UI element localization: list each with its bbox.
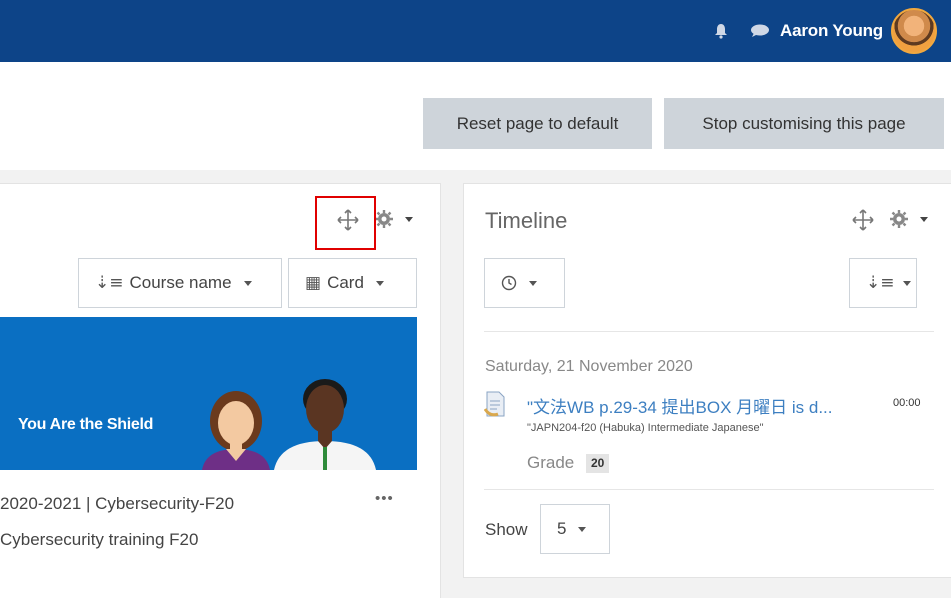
show-label: Show <box>485 520 528 539</box>
timeline-filter-dropdown[interactable] <box>484 258 565 308</box>
banner-text: You Are the Shield <box>18 416 154 433</box>
timeline-date-heading: Saturday, 21 November 2020 <box>485 358 693 375</box>
grade-badge: 20 <box>586 454 610 473</box>
divider <box>484 489 934 490</box>
sort-icon: ⇣≡ <box>866 273 895 293</box>
user-menu-area: Aaron Young <box>714 6 937 56</box>
timeline-event-link[interactable]: "文法WB p.29-34 提出BOX 月曜日 is d... <box>527 393 882 418</box>
course-banner-image[interactable]: You Are the Shield <box>0 317 417 470</box>
chevron-down-icon <box>529 280 537 286</box>
user-name[interactable]: Aaron Young <box>780 21 883 41</box>
timeline-event-time: 00:00 <box>893 397 921 409</box>
timeline-title: Timeline <box>485 208 568 233</box>
assignment-icon <box>484 391 505 417</box>
chevron-down-icon <box>902 280 911 286</box>
bell-icon[interactable] <box>714 23 728 39</box>
view-card-label: Card <box>327 273 364 292</box>
chat-icon[interactable] <box>750 24 770 38</box>
chevron-down-icon <box>243 280 252 286</box>
course-subtitle: Cybersecurity training F20 <box>0 530 199 549</box>
move-icon[interactable] <box>852 209 874 231</box>
highlight-box <box>315 196 376 250</box>
block-menu-caret[interactable] <box>920 217 928 222</box>
top-navbar: Aaron Young <box>0 0 951 62</box>
grid-icon: ▦ <box>305 273 322 293</box>
stop-customising-button[interactable]: Stop customising this page <box>664 98 944 149</box>
chevron-down-icon <box>375 280 384 286</box>
view-card-dropdown[interactable]: ▦ Card <box>288 258 417 308</box>
show-count-dropdown[interactable]: 5 <box>540 504 610 554</box>
show-count-value: 5 <box>557 519 567 538</box>
timeline-block <box>463 183 951 578</box>
gear-icon[interactable] <box>889 209 909 229</box>
course-more-menu[interactable]: ••• <box>375 490 394 507</box>
timeline-sort-dropdown[interactable]: ⇣≡ <box>849 258 917 308</box>
clock-icon <box>501 275 517 291</box>
course-title[interactable]: 2020-2021 | Cybersecurity-F20 <box>0 494 300 514</box>
sort-icon: ⇣≡ <box>95 273 124 293</box>
gear-icon[interactable] <box>374 209 394 229</box>
woman-illustration <box>202 391 270 470</box>
block-menu-caret[interactable] <box>405 217 413 222</box>
chevron-down-icon <box>578 526 587 532</box>
timeline-event-course: "JAPN204-f20 (Habuka) Intermediate Japan… <box>527 422 764 434</box>
sort-course-label: Course name <box>129 273 232 292</box>
user-avatar[interactable] <box>891 8 937 54</box>
sort-course-name-dropdown[interactable]: ⇣≡ Course name <box>78 258 282 308</box>
grade-label: Grade <box>527 453 575 472</box>
divider <box>484 331 934 332</box>
reset-page-button[interactable]: Reset page to default <box>423 98 652 149</box>
man-illustration <box>274 379 376 470</box>
